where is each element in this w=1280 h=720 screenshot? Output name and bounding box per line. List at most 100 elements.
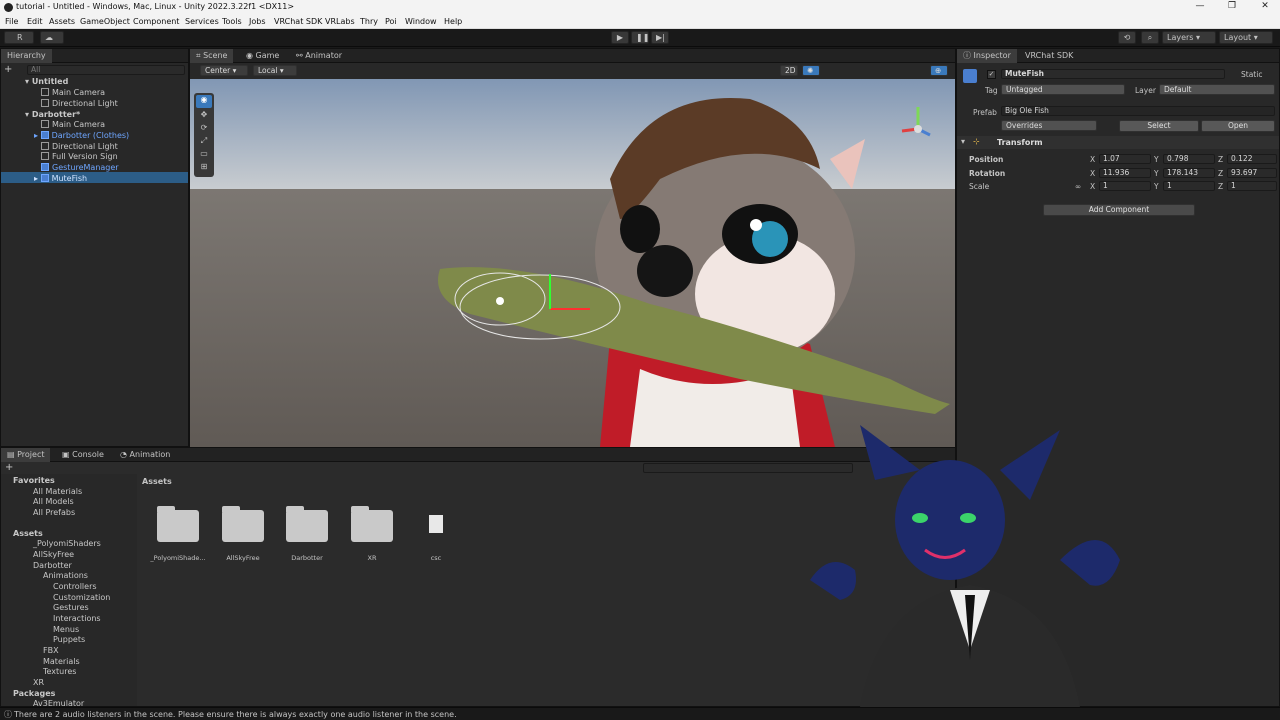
item-label: Directional Light xyxy=(52,142,118,151)
tree-favorites[interactable]: Favorites xyxy=(13,475,55,486)
lighting-icon[interactable]: ✺ xyxy=(802,65,820,76)
tree-textures[interactable]: Textures xyxy=(43,666,76,677)
tree-fbx[interactable]: FBX xyxy=(43,645,59,656)
create-icon[interactable]: + xyxy=(5,462,13,473)
item-main-camera-1[interactable]: Main Camera xyxy=(41,87,105,98)
layers-dropdown[interactable]: Layers ▾ xyxy=(1162,31,1216,44)
rotation-z-field[interactable]: 93.697 xyxy=(1227,168,1277,178)
tab-animator[interactable]: ⚯ Animator xyxy=(290,49,348,63)
status-message[interactable]: There are 2 audio listeners in the scene… xyxy=(14,710,457,719)
transform-tool-icon[interactable]: ⊞ xyxy=(196,162,212,173)
search-icon[interactable]: ⌕ xyxy=(1141,31,1159,44)
position-z-field[interactable]: 0.122 xyxy=(1227,154,1277,164)
tree-interactions[interactable]: Interactions xyxy=(53,613,101,624)
close-button[interactable]: ✕ xyxy=(1258,1,1272,11)
tab-game[interactable]: ◉ Game xyxy=(240,49,285,63)
open-button[interactable]: Open xyxy=(1201,120,1275,132)
play-button[interactable]: ▶ xyxy=(611,31,629,44)
account-button[interactable]: R xyxy=(4,31,34,44)
rotation-x-field[interactable]: 11.936 xyxy=(1099,168,1151,178)
item-mutefish[interactable]: ▸ MuteFish xyxy=(34,173,87,184)
minimize-button[interactable]: — xyxy=(1193,1,1207,11)
layer-dropdown[interactable]: Default xyxy=(1159,84,1275,95)
tab-console[interactable]: ▣ Console xyxy=(56,448,110,462)
tree-polyomishaders[interactable]: _PolyomiShaders xyxy=(33,538,101,549)
tree-controllers[interactable]: Controllers xyxy=(53,581,97,592)
menu-jobs[interactable]: Jobs xyxy=(249,17,266,26)
transform-title: Transform xyxy=(997,138,1043,147)
position-y-field[interactable]: 0.798 xyxy=(1163,154,1215,164)
rotation-y-field[interactable]: 178.143 xyxy=(1163,168,1215,178)
tree-xr[interactable]: XR xyxy=(33,677,44,688)
tab-inspector[interactable]: ⓘ Inspector xyxy=(957,49,1017,63)
pause-button[interactable]: ❚❚ xyxy=(631,31,649,44)
space-dropdown[interactable]: Local ▾ xyxy=(253,65,297,76)
select-button[interactable]: Select xyxy=(1119,120,1199,132)
tag-dropdown[interactable]: Untagged xyxy=(1001,84,1125,95)
menu-tools[interactable]: Tools xyxy=(222,17,242,26)
transform-header[interactable]: ▾ ⊹ Transform xyxy=(957,136,1279,149)
scale-y-field[interactable]: 1 xyxy=(1163,181,1215,191)
tree-gestures[interactable]: Gestures xyxy=(53,602,89,613)
space-label: Local xyxy=(258,66,278,75)
pivot-dropdown[interactable]: Center ▾ xyxy=(200,65,248,76)
item-directional-light-1[interactable]: Directional Light xyxy=(41,98,118,109)
layout-dropdown[interactable]: Layout ▾ xyxy=(1219,31,1273,44)
gizmos-icon[interactable]: ⊕ xyxy=(930,65,948,76)
scale-z-field[interactable]: 1 xyxy=(1227,181,1277,191)
active-checkbox[interactable]: ✓ xyxy=(987,70,996,79)
maximize-button[interactable]: ❐ xyxy=(1225,1,1239,11)
menu-vrchat-sdk[interactable]: VRChat SDK xyxy=(274,17,322,26)
tree-animations[interactable]: Animations xyxy=(43,570,88,581)
menu-edit[interactable]: Edit xyxy=(27,17,43,26)
tree-all-models[interactable]: All Models xyxy=(33,496,74,507)
menu-services[interactable]: Services xyxy=(185,17,219,26)
item-darbotter-clothes[interactable]: ▸ Darbotter (Clothes) xyxy=(34,130,129,141)
menu-poi[interactable]: Poi xyxy=(385,17,397,26)
menu-thry[interactable]: Thry xyxy=(360,17,378,26)
tab-vrchat-sdk[interactable]: VRChat SDK xyxy=(1019,49,1079,63)
scale-x-field[interactable]: 1 xyxy=(1099,181,1151,191)
view-tool-icon[interactable]: ◉ xyxy=(196,95,212,108)
assets-breadcrumb[interactable]: Assets xyxy=(142,477,172,486)
asset-label: XR xyxy=(367,554,377,562)
toggle-2d-button[interactable]: 2D xyxy=(780,65,798,76)
add-icon[interactable]: + xyxy=(4,64,12,75)
scene-viewport[interactable] xyxy=(190,79,955,447)
tab-project[interactable]: ▤ Project xyxy=(1,448,51,462)
overrides-dropdown[interactable]: Overrides xyxy=(1001,120,1097,131)
menu-help[interactable]: Help xyxy=(444,17,462,26)
scale-link-icon[interactable]: ∞ xyxy=(1075,182,1081,191)
menu-assets[interactable]: Assets xyxy=(49,17,75,26)
menu-gameobject[interactable]: GameObject xyxy=(80,17,130,26)
cloud-icon[interactable]: ☁ xyxy=(40,31,64,44)
tab-animation[interactable]: ◔ Animation xyxy=(114,448,176,462)
menu-component[interactable]: Component xyxy=(133,17,179,26)
scale-tool-icon[interactable]: ⤢ xyxy=(196,136,212,147)
menu-vrlabs[interactable]: VRLabs xyxy=(325,17,355,26)
move-tool-icon[interactable]: ✥ xyxy=(196,110,212,121)
menu-file[interactable]: File xyxy=(5,17,18,26)
history-icon[interactable]: ⟲ xyxy=(1118,31,1136,44)
scale-label: Scale xyxy=(969,182,990,191)
item-full-version-sign[interactable]: Full Version Sign xyxy=(41,151,118,162)
item-gesture-manager[interactable]: GestureManager xyxy=(41,162,119,173)
add-component-button[interactable]: Add Component xyxy=(1043,204,1195,216)
tree-all-prefabs[interactable]: All Prefabs xyxy=(33,507,75,518)
item-label: Main Camera xyxy=(52,120,106,129)
y-axis-label: Y xyxy=(1154,182,1159,191)
scene-untitled[interactable]: ▾ Untitled xyxy=(25,76,68,87)
tree-allskyfree[interactable]: AllSkyFree xyxy=(33,549,74,560)
position-x-field[interactable]: 1.07 xyxy=(1099,154,1151,164)
rect-tool-icon[interactable]: ▭ xyxy=(196,149,212,160)
prefab-field[interactable]: Big Ole Fish xyxy=(1001,106,1275,116)
object-name-input[interactable]: MuteFish xyxy=(1001,69,1225,79)
hierarchy-search-input[interactable]: All xyxy=(27,65,185,75)
tree-puppets[interactable]: Puppets xyxy=(53,634,85,645)
item-main-camera-2[interactable]: Main Camera xyxy=(41,119,105,130)
tab-hierarchy[interactable]: Hierarchy xyxy=(1,49,52,63)
rotate-tool-icon[interactable]: ⟳ xyxy=(196,123,212,134)
step-button[interactable]: ▶| xyxy=(651,31,669,44)
tab-scene[interactable]: ⌗ Scene xyxy=(190,49,234,63)
menu-window[interactable]: Window xyxy=(405,17,437,26)
